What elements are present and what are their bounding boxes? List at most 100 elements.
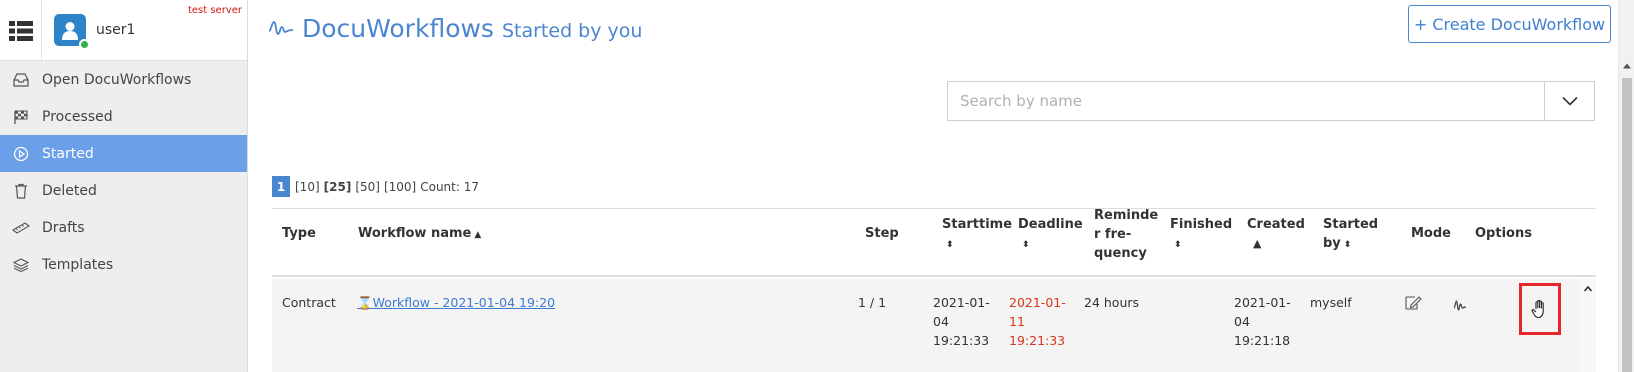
table-row: Contract ⌛Workflow - 2021-01-04 19:20 1 …	[272, 279, 1580, 372]
page-scrollbar[interactable]	[1618, 0, 1634, 372]
user-icon	[62, 22, 78, 40]
page-size-10[interactable]: [10]	[295, 180, 320, 194]
layers-icon	[0, 257, 42, 272]
play-circle-icon	[0, 146, 42, 162]
table-scrollbar[interactable]	[1580, 279, 1596, 372]
column-header-created[interactable]: Created ▲	[1247, 215, 1305, 253]
search-bar	[947, 81, 1595, 121]
column-header-label: Mode	[1411, 226, 1451, 241]
search-input[interactable]	[948, 82, 1544, 120]
trash-icon	[0, 183, 42, 199]
column-header-label: Finished	[1170, 217, 1233, 232]
signature-wave-icon	[268, 21, 294, 35]
sort-ascending-icon: ▲	[1253, 237, 1262, 250]
cell-type: Contract	[282, 295, 336, 310]
sidebar: user1 test server Open DocuWorkflows Pro…	[0, 0, 248, 372]
column-header-label-line: r fre-	[1094, 227, 1132, 242]
column-header-label: Deadline	[1018, 217, 1083, 232]
cell-line: 2021-01-	[1009, 295, 1066, 310]
sidebar-item-deleted[interactable]: Deleted	[0, 172, 247, 209]
sidebar-item-label: Started	[42, 145, 94, 162]
sort-icon: ▲	[474, 230, 482, 240]
column-header-type: Type	[282, 224, 316, 243]
grab-hand-option-highlight[interactable]	[1519, 283, 1561, 335]
cell-line: 2021-01-	[1234, 295, 1291, 310]
column-header-label: Starttime	[942, 217, 1013, 232]
column-header-label: Step	[865, 226, 899, 241]
create-docuworkflow-button[interactable]: + Create DocuWorkflow	[1408, 5, 1611, 43]
inbox-icon	[0, 72, 42, 87]
page-subtitle: Started by you	[501, 20, 643, 42]
sort-icon: ⬍	[1343, 240, 1352, 250]
cell-line: 11	[1009, 314, 1025, 329]
cell-created: 2021-01- 04 19:21:18	[1234, 293, 1291, 350]
sort-icon: ⬍	[1174, 240, 1182, 250]
column-header-started-by[interactable]: Started by ⬍	[1323, 215, 1378, 255]
workflow-link[interactable]: Workflow - 2021-01-04 19:20	[373, 295, 556, 310]
page-size-50[interactable]: [50]	[355, 180, 380, 194]
sidebar-item-label: Processed	[42, 108, 113, 125]
sidebar-item-label: Open DocuWorkflows	[42, 71, 192, 88]
cell-workflow-name[interactable]: ⌛Workflow - 2021-01-04 19:20	[357, 293, 555, 312]
sidebar-item-label: Deleted	[42, 182, 97, 199]
column-header-label: Options	[1475, 226, 1532, 241]
pagination: 1 [10] [25] [50] [100] Count: 17	[272, 176, 479, 197]
column-header-options: Options	[1475, 224, 1532, 243]
sidebar-item-templates[interactable]: Templates	[0, 246, 247, 283]
app-root: user1 test server Open DocuWorkflows Pro…	[0, 0, 1634, 372]
column-header-mode: Mode	[1411, 224, 1451, 243]
column-header-label: Workflow name	[358, 226, 472, 241]
sidebar-item-drafts[interactable]: Drafts	[0, 209, 247, 246]
server-label: test server	[187, 5, 242, 16]
search-dropdown-button[interactable]	[1544, 82, 1594, 120]
column-header-step: Step	[865, 224, 899, 243]
table-header: Type Workflow name ▲ Step Starttime ⬍ Dead…	[272, 208, 1596, 277]
column-header-deadline[interactable]: Deadline ⬍	[1018, 215, 1083, 255]
cell-line: 2021-01-	[933, 295, 990, 310]
sidebar-item-open-docuworkflows[interactable]: Open DocuWorkflows	[0, 61, 247, 98]
checkered-flag-icon	[0, 109, 42, 124]
page-size-100[interactable]: [100]	[384, 180, 416, 194]
column-header-label-line: Started	[1323, 217, 1379, 232]
page-1-button[interactable]: 1	[272, 176, 290, 197]
cell-reminder-frequency: 24 hours	[1084, 295, 1140, 310]
page-header: DocuWorkflows Started by you	[268, 14, 642, 43]
cell-line: 19:21:33	[1009, 333, 1066, 348]
cell-step: 1 / 1	[858, 295, 887, 310]
user-box[interactable]: user1	[42, 0, 135, 60]
cell-line: 04	[1234, 314, 1250, 329]
scroll-up-arrow-icon[interactable]	[1583, 284, 1593, 294]
sidebar-item-started[interactable]: Started	[0, 135, 247, 172]
cell-line: 04	[933, 314, 949, 329]
column-header-workflow-name[interactable]: Workflow name ▲	[358, 224, 481, 245]
sort-icon: ⬍	[946, 240, 954, 250]
hand-icon	[1531, 299, 1544, 319]
ruler-icon	[0, 221, 42, 234]
sidebar-item-processed[interactable]: Processed	[0, 98, 247, 135]
cell-line: 19:21:33	[933, 333, 990, 348]
column-header-starttime[interactable]: Starttime ⬍	[942, 215, 1012, 255]
column-header-label-line: quency	[1094, 246, 1147, 261]
username: user1	[96, 22, 136, 38]
cell-line: 19:21:18	[1234, 333, 1291, 348]
scrollbar-thumb[interactable]	[1622, 78, 1632, 372]
chevron-down-icon	[1561, 96, 1578, 106]
signature-wave-icon[interactable]	[1453, 297, 1467, 316]
sort-icon: ⬍	[1022, 240, 1030, 250]
hourglass-icon: ⌛	[357, 295, 373, 310]
online-status-dot	[79, 39, 90, 50]
page-size-25[interactable]: [25]	[324, 180, 352, 194]
page-title: DocuWorkflows	[302, 14, 494, 43]
column-header-label: Created	[1247, 217, 1305, 232]
grid-menu-icon[interactable]	[0, 0, 42, 61]
column-header-label-line: by	[1323, 236, 1341, 251]
cell-started-by: myself	[1310, 295, 1352, 310]
scroll-up-arrow-icon[interactable]	[1622, 62, 1632, 70]
edit-mode-icon[interactable]	[1405, 295, 1423, 315]
sidebar-header: user1 test server	[0, 0, 247, 61]
column-header-finished[interactable]: Finished ⬍	[1170, 215, 1232, 255]
sidebar-item-label: Templates	[42, 256, 114, 273]
sidebar-item-label: Drafts	[42, 219, 85, 236]
column-header-label-line: Reminde	[1094, 208, 1159, 223]
avatar	[54, 14, 90, 50]
